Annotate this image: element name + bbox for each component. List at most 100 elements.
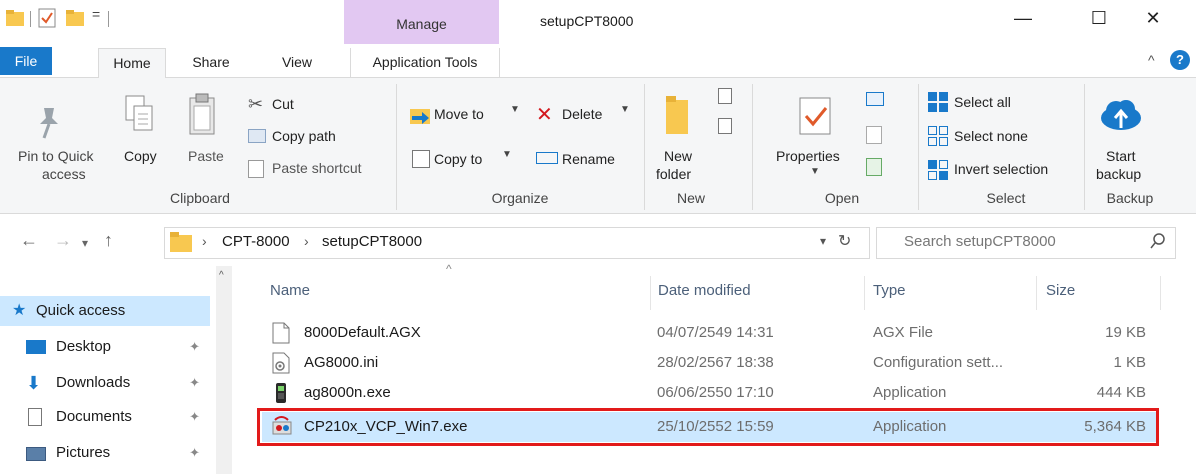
column-header-date-modified[interactable]: Date modified — [658, 278, 751, 304]
refresh-icon[interactable]: ↻ — [838, 231, 851, 251]
file-date: 04/07/2549 14:31 — [657, 324, 774, 341]
folder-icon — [6, 10, 24, 29]
manage-context-tab[interactable]: Manage — [344, 0, 499, 44]
forward-arrow-icon[interactable]: → — [54, 230, 72, 251]
new-item-icon[interactable] — [718, 88, 732, 104]
column-separator[interactable] — [1160, 276, 1161, 310]
breadcrumb-separator-icon: › — [304, 233, 309, 249]
group-separator — [752, 84, 753, 210]
start-backup-button[interactable]: Start — [1106, 148, 1136, 164]
copy-icon — [124, 94, 154, 141]
new-folder-button[interactable]: New — [664, 148, 692, 164]
scroll-up-icon[interactable]: ^ — [219, 270, 224, 281]
nav-item-quick-access[interactable]: ★ Quick access — [0, 296, 210, 326]
column-separator[interactable] — [650, 276, 651, 310]
cut-button[interactable]: Cut — [272, 96, 294, 112]
nav-item-pictures[interactable]: Pictures ✦ — [0, 438, 210, 468]
open-icon[interactable] — [866, 92, 884, 106]
breadcrumb-separator-icon: › — [202, 233, 207, 249]
select-all-button[interactable]: Select all — [954, 94, 1011, 110]
organize-group-label: Organize — [491, 190, 549, 206]
file-size: 19 KB — [1105, 324, 1146, 341]
desktop-folder-icon — [26, 340, 46, 354]
select-none-icon — [928, 126, 948, 149]
paste-shortcut-button[interactable]: Paste shortcut — [272, 160, 362, 176]
tab-file[interactable]: File — [0, 47, 52, 75]
breadcrumb-item-setupcpt8000[interactable]: setupCPT8000 — [322, 233, 422, 250]
nav-item-downloads[interactable]: ⬇ Downloads ✦ — [0, 368, 210, 398]
tab-share[interactable]: Share — [186, 48, 236, 78]
clipboard-group-label: Clipboard — [170, 190, 230, 206]
window-title: setupCPT8000 — [540, 13, 634, 29]
pin-to-quick-access-label: access — [42, 166, 86, 182]
pin-icon[interactable]: ✦ — [189, 438, 200, 468]
help-icon[interactable]: ? — [1170, 50, 1190, 70]
cloud-upload-icon — [1098, 98, 1144, 135]
copy-to-button[interactable]: Copy to — [434, 151, 482, 167]
copy-path-icon — [248, 129, 266, 143]
column-separator[interactable] — [1036, 276, 1037, 310]
invert-selection-button[interactable]: Invert selection — [954, 161, 1048, 177]
start-backup-label: backup — [1096, 166, 1142, 182]
delete-button[interactable]: Delete — [562, 106, 602, 122]
move-to-icon — [410, 106, 432, 127]
back-arrow-icon[interactable]: ← — [20, 230, 38, 251]
file-row[interactable]: 8000Default.AGX 04/07/2549 14:31 AGX Fil… — [262, 318, 1158, 348]
breadcrumb-item-cpt8000[interactable]: CPT-8000 — [222, 233, 290, 250]
address-dropdown-icon[interactable]: ▾ — [820, 234, 826, 248]
paste-shortcut-icon — [248, 160, 264, 178]
nav-pane-scrollbar[interactable] — [216, 266, 232, 474]
nav-item-desktop[interactable]: Desktop ✦ — [0, 332, 210, 362]
history-icon[interactable] — [866, 158, 882, 176]
column-header-type[interactable]: Type — [873, 278, 906, 304]
column-header-size[interactable]: Size — [1046, 278, 1075, 304]
nav-item-label: Pictures — [56, 444, 111, 461]
easy-access-icon[interactable] — [718, 118, 732, 134]
pin-to-quick-access-button[interactable]: Pin to Quick — [18, 148, 93, 164]
paste-button[interactable]: Paste — [188, 148, 224, 164]
file-name: AG8000.ini — [304, 354, 379, 371]
select-none-button[interactable]: Select none — [954, 128, 1028, 144]
folder-icon — [170, 232, 192, 255]
nav-item-label: Documents — [56, 408, 132, 425]
separator — [108, 11, 109, 27]
column-separator[interactable] — [864, 276, 865, 310]
customize-toolbar-icon[interactable]: = — [92, 6, 100, 22]
new-group-label: New — [676, 190, 705, 206]
properties-button[interactable]: Properties — [776, 148, 840, 164]
file-date: 28/02/2567 18:38 — [657, 354, 774, 371]
search-placeholder: Search setupCPT8000 — [904, 233, 1056, 250]
file-row[interactable]: AG8000.ini 28/02/2567 18:38 Configuratio… — [262, 348, 1158, 378]
group-separator — [396, 84, 397, 210]
backup-group-label: Backup — [1106, 190, 1154, 206]
nav-item-documents[interactable]: Documents ✦ — [0, 402, 210, 432]
tab-view[interactable]: View — [272, 48, 322, 78]
minimize-button[interactable]: — — [1000, 0, 1046, 36]
close-button[interactable]: ✕ — [1130, 0, 1176, 36]
tab-application-tools[interactable]: Application Tools — [350, 48, 500, 78]
collapse-ribbon-icon[interactable]: ^ — [1148, 52, 1155, 68]
rename-icon — [536, 152, 558, 164]
copy-button[interactable]: Copy — [124, 148, 157, 164]
file-date: 06/06/2550 17:10 — [657, 384, 774, 401]
file-row[interactable]: ag8000n.exe 06/06/2550 17:10 Application… — [262, 378, 1158, 408]
recent-locations-icon[interactable]: ▾ — [82, 236, 88, 250]
pin-icon[interactable]: ✦ — [189, 402, 200, 432]
copy-path-button[interactable]: Copy path — [272, 128, 336, 144]
properties-check-icon[interactable] — [38, 8, 56, 31]
new-folder-large-icon — [664, 96, 690, 139]
delete-icon: ✕ — [536, 104, 553, 126]
up-arrow-icon[interactable]: ↑ — [104, 230, 113, 251]
separator — [30, 11, 31, 27]
edit-icon[interactable] — [866, 126, 882, 144]
new-folder-icon[interactable] — [66, 10, 84, 29]
file-type: AGX File — [873, 324, 934, 341]
maximize-button[interactable]: ☐ — [1076, 0, 1122, 36]
pin-icon[interactable]: ✦ — [189, 368, 200, 398]
column-header-name[interactable]: Name — [270, 278, 310, 304]
rename-button[interactable]: Rename — [562, 151, 615, 167]
group-separator — [918, 84, 919, 210]
move-to-button[interactable]: Move to — [434, 106, 484, 122]
pin-icon[interactable]: ✦ — [189, 332, 200, 362]
tab-home[interactable]: Home — [98, 48, 166, 79]
